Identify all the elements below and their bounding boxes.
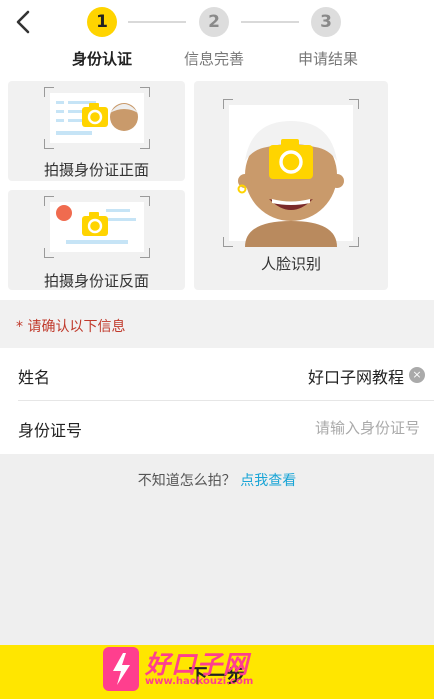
id-back-frame <box>44 196 150 258</box>
id-number-input[interactable] <box>190 413 420 443</box>
step-1-indicator: 1 <box>87 7 117 37</box>
step-1-label: 身份认证 <box>71 50 132 68</box>
header: 1 2 3 身份认证 信息完善 申请结果 <box>0 0 434 78</box>
step-connector <box>241 21 299 23</box>
step-connector <box>128 21 186 23</box>
capture-area: 拍摄身份证正面 拍摄身份证反面 人脸识别 <box>0 78 434 300</box>
back-arrow-icon[interactable] <box>10 8 38 36</box>
clear-icon[interactable]: × <box>409 367 425 383</box>
face-label: 人脸识别 <box>260 255 321 273</box>
id-front-illustration-icon <box>50 93 144 143</box>
id-front-frame <box>44 87 150 149</box>
confirm-notice-text: * 请确认以下信息 <box>16 319 126 335</box>
help-link[interactable]: 点我查看 <box>240 473 296 489</box>
id-front-card[interactable]: 拍摄身份证正面 <box>8 81 185 181</box>
face-recognition-card[interactable]: 人脸识别 <box>194 81 388 290</box>
id-front-label: 拍摄身份证正面 <box>43 161 149 179</box>
step-2-indicator: 2 <box>199 7 229 37</box>
id-number-row: 身份证号 <box>0 401 434 454</box>
help-text: 不知道怎么拍？ 点我查看 <box>0 470 434 490</box>
name-row: 姓名 好口子网教程 × <box>0 348 434 401</box>
name-label: 姓名 <box>18 368 51 387</box>
id-back-illustration-icon <box>50 202 144 252</box>
id-back-label: 拍摄身份证反面 <box>43 272 149 290</box>
help-question: 不知道怎么拍？ <box>137 473 236 489</box>
step-3-indicator: 3 <box>311 7 341 37</box>
watermark-logo-icon <box>103 647 139 691</box>
watermark: 好口子网 www.haokouzi.com <box>103 645 263 695</box>
confirm-notice: * 请确认以下信息 <box>0 300 434 348</box>
name-field[interactable]: 好口子网教程 <box>308 364 404 388</box>
face-frame <box>223 99 359 247</box>
step-2-label: 信息完善 <box>183 50 244 68</box>
id-back-card[interactable]: 拍摄身份证反面 <box>8 190 185 290</box>
step-3-label: 申请结果 <box>297 50 358 68</box>
id-number-label: 身份证号 <box>18 421 83 440</box>
face-illustration-icon <box>229 105 353 247</box>
watermark-url: www.haokouzi.com <box>145 676 254 687</box>
